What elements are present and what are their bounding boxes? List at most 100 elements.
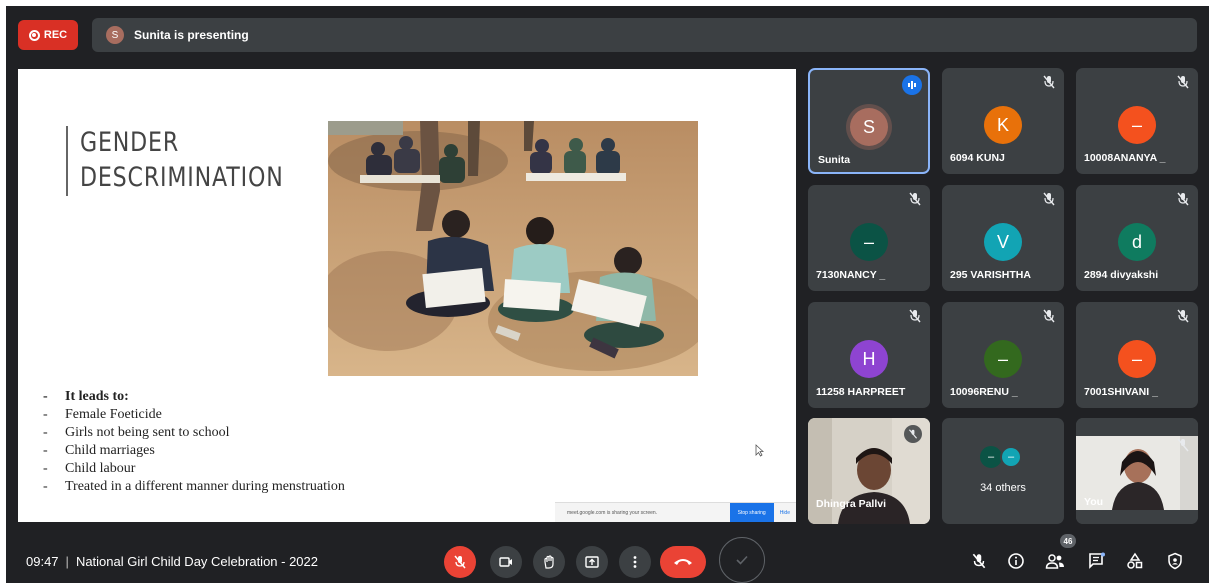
participant-tile[interactable]: V 295 VARISHTHA xyxy=(942,185,1064,291)
mic-off-icon xyxy=(1043,192,1055,206)
bullet-item: Treated in a different manner during men… xyxy=(43,478,345,496)
avatar: – xyxy=(850,223,888,261)
participant-tile[interactable]: – 7001SHIVANI _ xyxy=(1076,302,1198,408)
mic-off-icon xyxy=(454,555,466,569)
bullet-item: Female Foeticide xyxy=(43,406,345,424)
participant-name: 295 VARISHTHA xyxy=(950,269,1031,281)
rec-label: REC xyxy=(43,29,68,41)
call-end-icon xyxy=(674,559,692,565)
camera-icon xyxy=(499,557,512,567)
activities-icon xyxy=(1127,552,1143,569)
hide-notice-link[interactable]: Hide xyxy=(774,510,796,516)
avatar: – xyxy=(1118,340,1156,378)
avatar: – xyxy=(980,446,1002,468)
participant-tile[interactable]: – 10096RENU _ xyxy=(942,302,1064,408)
mic-off-icon xyxy=(1177,438,1189,452)
record-icon xyxy=(28,29,40,41)
people-icon xyxy=(1045,554,1064,569)
participant-tile[interactable]: K 6094 KUNJ xyxy=(942,68,1064,174)
participant-tile[interactable]: H 11258 HARPREET xyxy=(808,302,930,408)
present-icon xyxy=(585,556,599,568)
mic-off-icon xyxy=(1043,75,1055,89)
participant-name: You xyxy=(1084,496,1104,508)
mute-all-button[interactable] xyxy=(968,550,990,572)
participant-name: Sunita xyxy=(818,154,851,166)
bullet-item: Girls not being sent to school xyxy=(43,424,345,442)
mic-off-icon xyxy=(972,553,986,569)
slide-title-line2: DESCRIMINATION xyxy=(80,162,284,193)
participant-tile[interactable]: Dhingra Pallvi xyxy=(808,418,930,524)
presenting-text: Sunita is presenting xyxy=(134,28,249,42)
present-now-button[interactable] xyxy=(576,546,608,578)
meeting-info: 09:47 | National Girl Child Day Celebratio… xyxy=(26,554,318,569)
stop-sharing-button[interactable]: Stop sharing xyxy=(729,502,774,522)
more-options-button[interactable] xyxy=(619,546,651,578)
mic-off-icon xyxy=(1177,192,1189,206)
participant-tile[interactable]: d 2894 divyakshi xyxy=(1076,185,1198,291)
speaking-indicator-icon xyxy=(902,75,922,95)
slide-photo xyxy=(328,121,698,376)
raise-hand-button[interactable] xyxy=(533,546,565,578)
participant-name: 7001SHIVANI _ xyxy=(1084,386,1158,398)
bullet-heading: It leads to: xyxy=(43,388,345,406)
participant-tile[interactable]: – 10008ANANYA _ xyxy=(1076,68,1198,174)
participant-tile[interactable]: S Sunita xyxy=(808,68,930,174)
meeting-details-button[interactable] xyxy=(1005,550,1027,572)
avatar: – xyxy=(984,340,1022,378)
avatar: – xyxy=(1000,446,1022,468)
participant-name: 11258 HARPREET xyxy=(816,386,906,398)
participant-name: 6094 KUNJ xyxy=(950,152,1005,164)
avatar: K xyxy=(984,106,1022,144)
participant-name: 7130NANCY _ xyxy=(816,269,886,281)
participant-name: 2894 divyakshi xyxy=(1084,269,1159,281)
others-tile[interactable]: – – 34 others xyxy=(942,418,1064,524)
screen-share-notice: meet.google.com is sharing your screen. … xyxy=(555,502,796,522)
bottom-toolbar: 09:47 | National Girl Child Day Celebratio… xyxy=(6,534,1209,583)
photo-girls-studying-outdoors xyxy=(328,121,698,376)
meet-window: REC S Sunita is presenting GENDER DESCRI… xyxy=(6,6,1209,583)
mouse-cursor-icon xyxy=(755,444,764,457)
mic-off-icon xyxy=(1177,75,1189,89)
chat-button[interactable] xyxy=(1086,550,1108,572)
avatar: – xyxy=(1118,106,1156,144)
slide-title: GENDER DESCRIMINATION xyxy=(80,125,284,195)
participant-tile[interactable]: – 7130NANCY _ xyxy=(808,185,930,291)
slide-bullet-list: It leads to: Female Foeticide Girls not … xyxy=(43,388,345,496)
chat-icon xyxy=(1089,552,1105,569)
mic-off-icon xyxy=(1043,309,1055,323)
participant-name: 10008ANANYA _ xyxy=(1084,152,1166,164)
check-button[interactable] xyxy=(719,537,765,583)
people-button[interactable] xyxy=(1044,550,1066,572)
participant-video xyxy=(1076,418,1198,524)
leave-call-button[interactable] xyxy=(660,546,706,578)
activities-button[interactable] xyxy=(1124,550,1146,572)
shield-icon xyxy=(1168,552,1182,570)
hand-icon xyxy=(544,555,554,569)
people-count-badge: 46 xyxy=(1060,534,1076,548)
others-count: 34 others xyxy=(980,482,1026,494)
presenting-banner: S Sunita is presenting xyxy=(92,18,1197,52)
mic-off-icon xyxy=(909,192,921,206)
participant-tile-self[interactable]: You xyxy=(1076,418,1198,524)
mic-off-icon xyxy=(1177,309,1189,323)
recording-badge: REC xyxy=(18,20,78,50)
title-accent-bar xyxy=(66,126,68,196)
bullet-item: Child marriages xyxy=(43,442,345,460)
participant-name: 10096RENU _ xyxy=(950,386,1018,398)
avatar: S xyxy=(850,108,888,146)
participant-name: Dhingra Pallvi xyxy=(816,498,887,510)
more-vert-icon xyxy=(633,556,637,568)
meeting-title: National Girl Child Day Celebration - 20… xyxy=(75,554,318,569)
mic-off-icon xyxy=(904,425,922,443)
host-controls-button[interactable] xyxy=(1164,550,1186,572)
share-notice-text: meet.google.com is sharing your screen. xyxy=(567,509,658,516)
meeting-time: 09:47 xyxy=(26,554,59,569)
mic-toggle-button[interactable] xyxy=(444,546,476,578)
slide-title-line1: GENDER xyxy=(80,127,180,158)
shared-screen: GENDER DESCRIMINATION - It leads to: - F… xyxy=(18,69,796,522)
check-icon xyxy=(736,555,748,565)
info-icon xyxy=(1008,553,1024,569)
bullet-item: Child labour xyxy=(43,460,345,478)
camera-toggle-button[interactable] xyxy=(490,546,522,578)
avatar: V xyxy=(984,223,1022,261)
